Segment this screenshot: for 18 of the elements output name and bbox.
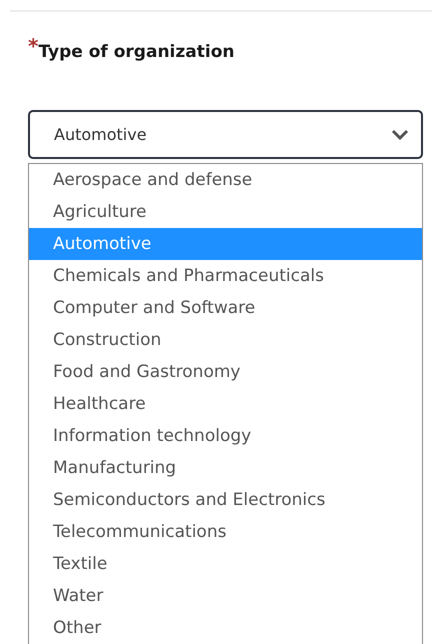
organization-select[interactable]: Automotive: [28, 110, 423, 159]
dropdown-option[interactable]: Healthcare: [29, 388, 422, 420]
dropdown-option[interactable]: Food and Gastronomy: [29, 356, 422, 388]
dropdown-option[interactable]: Chemicals and Pharmaceuticals: [29, 260, 422, 292]
dropdown-option[interactable]: Computer and Software: [29, 292, 422, 324]
dropdown-option[interactable]: Water: [29, 580, 422, 612]
required-mark: *: [28, 36, 38, 56]
dropdown-option[interactable]: Semiconductors and Electronics: [29, 484, 422, 516]
dropdown-option[interactable]: Manufacturing: [29, 452, 422, 484]
dropdown-option[interactable]: Other: [29, 612, 422, 644]
dropdown-option[interactable]: Agriculture: [29, 196, 422, 228]
dropdown-option[interactable]: Aerospace and defense: [29, 164, 422, 196]
dropdown-option[interactable]: Telecommunications: [29, 516, 422, 548]
chevron-down-icon: [391, 128, 409, 140]
dropdown-option[interactable]: Textile: [29, 548, 422, 580]
field-label: Type of organization: [38, 42, 234, 62]
dropdown-option[interactable]: Information technology: [29, 420, 422, 452]
dropdown-option[interactable]: Construction: [29, 324, 422, 356]
